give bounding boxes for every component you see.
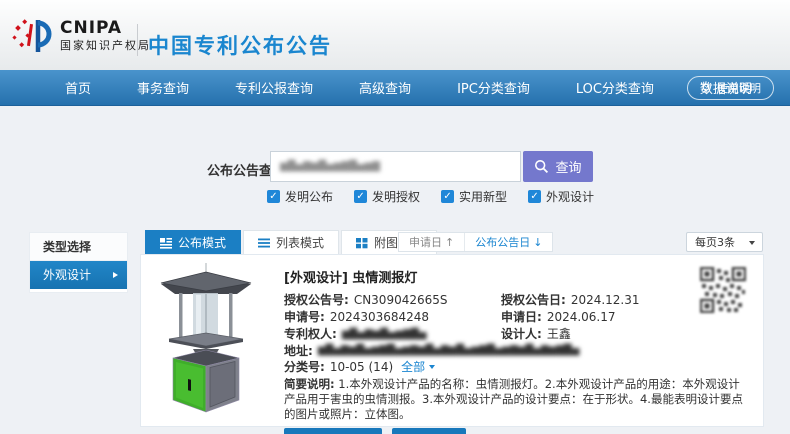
- expand-all-label: 全部: [401, 360, 426, 374]
- address-masked: ▆█▅▇▆█▅▆▇█▅▆▇▆█▅▇▆█▅▆▇█▅▆▇▆█▅▇▆▇█▅: [317, 345, 580, 356]
- tab-label: 列表模式: [276, 236, 325, 250]
- brief-description: 简要说明: 1.本外观设计产品的名称：虫情测报灯。2.本外观设计产品的用途：本外…: [284, 377, 751, 422]
- field-label: 分类号:: [284, 360, 325, 374]
- usage-help-button[interactable]: 使用说明: [687, 76, 774, 100]
- sidebar-item-design[interactable]: 外观设计: [30, 261, 127, 289]
- site-title: 中国专利公布公告: [148, 34, 332, 58]
- brief-label: 简要说明:: [284, 377, 335, 391]
- page-size-value: 每页3条: [695, 236, 735, 249]
- sort-controls: 申请日 ↑ 公布公告日 ↓: [398, 232, 554, 252]
- grant-number: CN309042665S: [353, 293, 448, 307]
- main-nav: 首页 事务查询 专利公报查询 高级查询 IPC分类查询 LOC分类查询 数据说明…: [0, 70, 790, 106]
- filter-invention-publication[interactable]: 发明公布: [267, 188, 333, 205]
- application-date: 2024.06.17: [546, 310, 616, 324]
- chevron-right-icon: [113, 272, 118, 278]
- cnipa-logo: CNIPA 国家知识产权局: [12, 16, 151, 56]
- header-divider: [137, 24, 138, 56]
- cnipa-logo-icon: [12, 19, 52, 52]
- patent-thumbnail[interactable]: [149, 263, 267, 419]
- tab-label: 公布模式: [178, 236, 227, 250]
- chevron-down-icon: [429, 365, 436, 369]
- expand-all-link[interactable]: 全部: [401, 359, 436, 375]
- usage-help-label: 使用说明: [717, 82, 761, 95]
- sort-label: 申请日: [409, 236, 442, 249]
- nav-item-transaction-query[interactable]: 事务查询: [114, 78, 212, 97]
- field-label: 申请日:: [501, 310, 542, 324]
- list-mode-icon: [258, 238, 271, 247]
- type-sidebar: 类型选择 外观设计: [30, 233, 127, 292]
- nav-item-advanced-query[interactable]: 高级查询: [336, 78, 434, 97]
- publish-mode-icon: [160, 237, 172, 249]
- sort-desc-icon: ↓: [533, 235, 543, 249]
- insect-lamp-image: [160, 263, 252, 413]
- grid-mode-icon: [356, 237, 368, 248]
- page-size-select[interactable]: 每页3条: [686, 232, 763, 252]
- field-label: 专利权人:: [284, 327, 337, 341]
- classification-row: 分类号: 10-05 (14) 全部: [284, 359, 704, 375]
- publication-type-filters: 发明公布 发明授权 实用新型 外观设计: [267, 188, 615, 205]
- search-button[interactable]: 查询: [523, 151, 593, 182]
- filter-label: 发明公布: [285, 190, 334, 204]
- filter-label: 实用新型: [459, 190, 508, 204]
- transaction-data-button[interactable]: 事务数据: [392, 428, 467, 434]
- checkbox-checked-icon[interactable]: [441, 190, 455, 203]
- field-label: 设计人:: [501, 327, 542, 341]
- results-toolbar: 公布模式 列表模式 附图模式: [140, 228, 764, 254]
- sort-asc-icon: ↑: [445, 235, 455, 249]
- patent-result-card: [外观设计] 虫情测报灯 授权公告号: CN309042665S 授权公告日: …: [140, 254, 764, 434]
- tab-publish-mode[interactable]: 公布模式: [145, 230, 242, 254]
- address-row: 地址: ▆█▅▇▆█▅▆▇█▅▆▇▆█▅▇▆█▅▆▇█▅▆▇▆█▅▇▆▇█▅: [284, 343, 754, 359]
- qr-code-image: [699, 266, 747, 314]
- designer-name: 王鑫: [546, 327, 571, 341]
- field-label: 申请号:: [284, 310, 325, 324]
- page-header: CNIPA 国家知识产权局 中国专利公布公告: [0, 0, 790, 70]
- field-label: 授权公告号:: [284, 293, 349, 307]
- design-patent-button[interactable]: 外观设计专利: [284, 428, 383, 434]
- sidebar-title: 类型选择: [30, 233, 127, 261]
- nav-item-home[interactable]: 首页: [42, 78, 114, 97]
- lightbulb-icon: [700, 81, 712, 94]
- checkbox-checked-icon[interactable]: [267, 190, 280, 203]
- patentee-masked: ▆█▅▇▆█▅▆▇█▅: [341, 329, 427, 340]
- search-button-label: 查询: [555, 160, 582, 175]
- nav-item-loc-query[interactable]: LOC分类查询: [553, 78, 677, 97]
- patent-info: [外观设计] 虫情测报灯 授权公告号: CN309042665S 授权公告日: …: [284, 267, 743, 434]
- brief-text: 1.本外观设计产品的名称：虫情测报灯。2.本外观设计产品的用途：本外观设计产品用…: [284, 377, 743, 421]
- application-number: 2024303684248: [329, 310, 430, 324]
- patent-title[interactable]: [外观设计] 虫情测报灯: [284, 267, 704, 286]
- patent-actions: 外观设计专利 事务数据: [284, 428, 704, 434]
- filter-label: 外观设计: [546, 190, 595, 204]
- chevron-down-icon: [749, 241, 755, 245]
- filter-utility-model[interactable]: 实用新型: [441, 188, 507, 205]
- sort-label: 公布公告日: [475, 236, 531, 249]
- tab-list-mode[interactable]: 列表模式: [243, 230, 340, 254]
- sort-by-publication-date[interactable]: 公布公告日 ↓: [464, 233, 552, 251]
- detail-row: 授权公告号: CN309042665S 授权公告日: 2024.12.31: [284, 292, 704, 309]
- detail-row: 申请号: 2024303684248 申请日: 2024.06.17: [284, 309, 704, 326]
- filter-label: 发明授权: [372, 190, 421, 204]
- checkbox-checked-icon[interactable]: [528, 190, 542, 203]
- nav-item-gazette-query[interactable]: 专利公报查询: [212, 78, 336, 97]
- nav-item-ipc-query[interactable]: IPC分类查询: [434, 78, 553, 97]
- view-mode-tabs: 公布模式 列表模式 附图模式: [145, 230, 439, 254]
- filter-invention-grant[interactable]: 发明授权: [354, 188, 420, 205]
- filter-design[interactable]: 外观设计: [528, 188, 594, 205]
- results-main: 公布模式 列表模式 附图模式: [140, 228, 764, 434]
- search-input[interactable]: ▆█▅▇▆█▅▆▇█▅▆▇: [270, 151, 521, 182]
- field-label: 授权公告日:: [501, 293, 566, 307]
- search-input-masked-value: ▆█▅▇▆█▅▆▇█▅▆▇: [280, 161, 380, 172]
- sort-by-application-date[interactable]: 申请日 ↑: [399, 233, 464, 251]
- qr-code[interactable]: [699, 266, 747, 314]
- checkbox-checked-icon[interactable]: [354, 190, 368, 203]
- classification-value: 10-05 (14): [329, 360, 394, 374]
- search-icon: [535, 159, 549, 174]
- grant-date: 2024.12.31: [570, 293, 640, 307]
- sidebar-item-label: 外观设计: [43, 268, 92, 282]
- detail-row: 专利权人: ▆█▅▇▆█▅▆▇█▅ 设计人: 王鑫: [284, 326, 704, 343]
- field-label: 地址:: [284, 344, 313, 358]
